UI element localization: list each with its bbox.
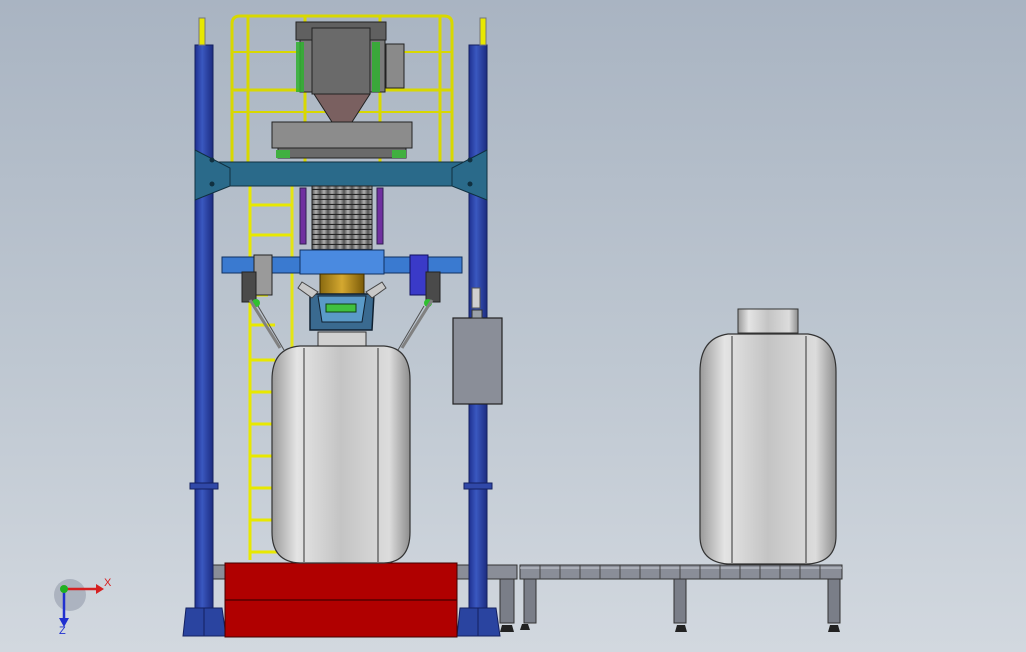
cad-viewport[interactable]: X Z bbox=[0, 0, 1026, 652]
x-axis-label: X bbox=[104, 577, 112, 589]
bulk-bag-filled[interactable] bbox=[699, 308, 837, 565]
roller-conveyor[interactable] bbox=[499, 564, 843, 632]
left-column[interactable] bbox=[182, 17, 227, 637]
cad-model[interactable]: X Z bbox=[0, 0, 1026, 652]
y-axis-dot bbox=[60, 585, 68, 593]
bulk-bag-filling[interactable] bbox=[271, 331, 411, 564]
control-box[interactable] bbox=[452, 309, 503, 405]
z-axis-label: Z bbox=[59, 625, 66, 637]
pallet-platform[interactable] bbox=[224, 562, 458, 638]
orientation-triad: X Z bbox=[54, 577, 112, 637]
bellows[interactable] bbox=[299, 185, 384, 257]
